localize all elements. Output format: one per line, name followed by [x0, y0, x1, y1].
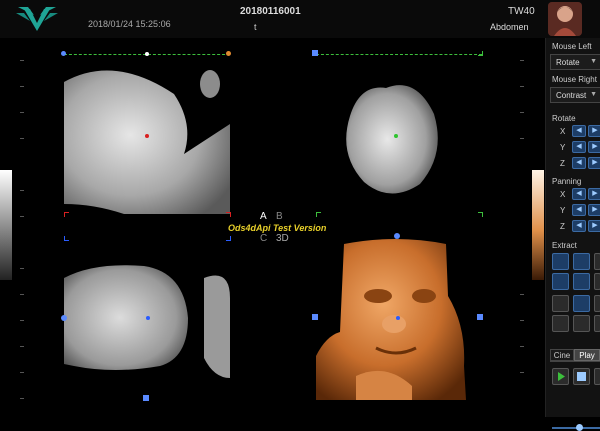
pan-z-label: Z [560, 222, 565, 231]
extract-more-tool[interactable] [594, 253, 600, 270]
extract-label: Extract [552, 241, 577, 250]
tab-play[interactable]: Play [574, 349, 600, 361]
extract-more-tool-3[interactable] [594, 295, 600, 312]
panning-label: Panning [552, 177, 582, 186]
extract-undo-tool[interactable] [552, 315, 569, 332]
version-watermark: Ods4dApi Test Version [228, 223, 327, 233]
pan-x-label: X [560, 190, 566, 199]
rotate-y-label: Y [560, 143, 566, 152]
pan-x-plus-button[interactable]: ▶ [588, 188, 600, 200]
rotate-y-minus-button[interactable]: ◀ [572, 141, 586, 153]
record-icon [577, 372, 586, 381]
header-bar: 2018/01/24 15:25:06 20180116001 t TW40 A… [0, 0, 600, 39]
pan-y-label: Y [560, 206, 566, 215]
view-c-label[interactable]: C [260, 233, 267, 244]
pan-y-minus-button[interactable]: ◀ [572, 204, 586, 216]
grayscale-bar [0, 170, 12, 280]
record-button[interactable] [573, 368, 590, 385]
patient-avatar-icon[interactable] [548, 2, 582, 36]
view-b-label[interactable]: B [276, 211, 283, 222]
play-button[interactable] [552, 368, 569, 385]
play-icon [558, 372, 565, 381]
patient-id: 20180116001 [240, 6, 301, 17]
mouse-left-value: Rotate [556, 58, 580, 67]
mouse-left-label: Mouse Left [552, 42, 592, 51]
cine-speed-handle[interactable] [576, 424, 583, 431]
loop-button[interactable] [594, 368, 600, 385]
mouse-right-value: Contrast [556, 91, 587, 100]
wing-logo-icon [16, 7, 58, 31]
tab-cine[interactable]: Cine [550, 349, 574, 361]
exam-datetime: 2018/01/24 15:25:06 [88, 19, 171, 29]
view-b[interactable] [316, 54, 482, 214]
rotate-z-minus-button[interactable]: ◀ [572, 157, 586, 169]
exam-preset: Abdomen [490, 22, 529, 32]
view-a[interactable] [64, 54, 230, 214]
rotate-y-plus-button[interactable]: ▶ [588, 141, 600, 153]
view-c[interactable] [64, 238, 230, 400]
patient-name: t [254, 22, 257, 32]
extract-polygon-tool[interactable] [573, 253, 590, 270]
color-map-bar [532, 170, 544, 280]
extract-rect-tool[interactable] [573, 273, 590, 290]
pan-z-plus-button[interactable]: ▶ [588, 220, 600, 232]
rotate-x-plus-button[interactable]: ▶ [588, 125, 600, 137]
probe-name: TW40 [508, 6, 535, 17]
rotate-x-minus-button[interactable]: ◀ [572, 125, 586, 137]
image-viewport[interactable]: A B C 3D Ods4dApi Test Version [0, 38, 545, 417]
mouse-right-select[interactable]: Contrast ▼ [550, 87, 600, 103]
rotate-z-plus-button[interactable]: ▶ [588, 157, 600, 169]
view-3d[interactable] [316, 236, 482, 400]
rotate-label: Rotate [552, 114, 576, 123]
chevron-down-icon: ▼ [590, 58, 597, 65]
rotate-z-label: Z [560, 159, 565, 168]
extract-more-tool-2[interactable] [594, 273, 600, 290]
extract-ellipse-tool[interactable] [552, 273, 569, 290]
extract-redo-tool[interactable] [573, 315, 590, 332]
mouse-right-label: Mouse Right [552, 75, 597, 84]
extract-freehand-tool[interactable] [552, 253, 569, 270]
mouse-left-select[interactable]: Rotate ▼ [550, 54, 600, 70]
pan-z-minus-button[interactable]: ◀ [572, 220, 586, 232]
rotate-x-label: X [560, 127, 566, 136]
chevron-down-icon: ▼ [590, 91, 597, 98]
pan-y-plus-button[interactable]: ▶ [588, 204, 600, 216]
view-a-label[interactable]: A [260, 211, 267, 222]
extract-cut-tool[interactable] [552, 295, 569, 312]
extract-reset-tool[interactable] [594, 315, 600, 332]
extract-erase-tool[interactable] [573, 295, 590, 312]
view-3d-label[interactable]: 3D [276, 233, 289, 244]
control-panel: Mouse Left Rotate ▼ Mouse Right Contrast… [545, 38, 600, 431]
pan-x-minus-button[interactable]: ◀ [572, 188, 586, 200]
